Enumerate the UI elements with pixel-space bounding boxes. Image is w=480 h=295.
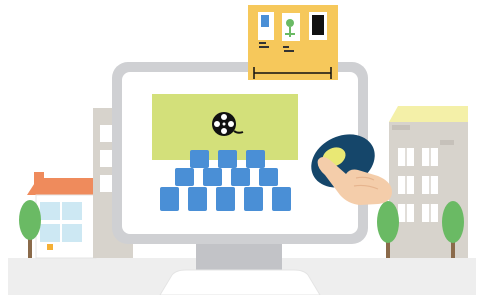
- seat: [218, 150, 237, 168]
- seat: [188, 187, 207, 211]
- corkboard-icon: [248, 5, 338, 80]
- seat: [259, 168, 278, 186]
- seat: [203, 168, 222, 186]
- seat: [231, 168, 250, 186]
- illustration-svg: [8, 5, 476, 295]
- seat: [246, 150, 265, 168]
- monitor-base: [159, 269, 321, 295]
- seat: [272, 187, 291, 211]
- seat: [216, 187, 235, 211]
- seat: [175, 168, 194, 186]
- seat: [244, 187, 263, 211]
- illustration-stage: [0, 0, 480, 295]
- seat: [160, 187, 179, 211]
- seat: [190, 150, 209, 168]
